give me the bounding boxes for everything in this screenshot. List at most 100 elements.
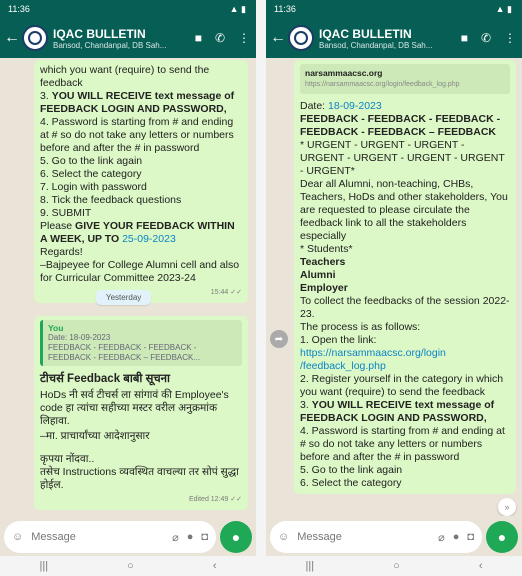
message-heading: FEEDBACK - FEEDBACK - FEEDBACK - FEEDBAC…	[300, 113, 501, 138]
status-icons: ▲ ▮	[495, 3, 512, 14]
scroll-down-icon[interactable]: »	[498, 498, 516, 516]
message-bubble[interactable]: You Date: 18-09-2023 FEEDBACK - FEEDBACK…	[34, 316, 248, 510]
step-text: 6. Select the category	[300, 477, 402, 489]
message-date: 18-09-2023	[328, 100, 382, 112]
more-menu-icon[interactable]: ⋮	[238, 31, 250, 45]
left-phone-screen: 11:36 ▲ ▮ ← IQAC BULLETIN Bansod, Chanda…	[0, 0, 256, 576]
android-nav-bar: ||| ○ ‹	[0, 556, 256, 576]
link-preview[interactable]: narsammaacsc.org https://narsammaacsc.or…	[300, 64, 510, 94]
step-text: 8. Tick the feedback questions	[40, 194, 182, 206]
message-title: टीचर्स Feedback बाबी सूचना	[40, 373, 171, 385]
message-input[interactable]: ☺ Message ⌀ ● ◘	[270, 521, 482, 553]
chat-title: IQAC BULLETIN	[319, 26, 412, 41]
status-time: 11:36	[274, 4, 296, 14]
message-input[interactable]: ☺ Message ⌀ ● ◘	[4, 521, 216, 553]
date-label: Date:	[300, 100, 326, 112]
status-icons: ▲ ▮	[229, 3, 246, 14]
day-separator: Yesterday	[96, 290, 152, 305]
step-number: 3.	[300, 399, 309, 411]
emoji-icon[interactable]: ☺	[12, 531, 23, 543]
preview-url: https://narsammaacsc.org/login/feedback_…	[305, 81, 460, 88]
please-text: Please	[40, 220, 73, 232]
attach-icon[interactable]: ⌀	[438, 531, 445, 544]
mic-button[interactable]: ●	[220, 521, 252, 553]
chat-title-block[interactable]: IQAC BULLETIN Bansod, Chandanpal, DB Sah…	[53, 27, 195, 50]
payment-icon[interactable]: ●	[187, 531, 194, 543]
group-avatar[interactable]	[288, 25, 314, 51]
composer-bar: ☺ Message ⌀ ● ◘ ●	[4, 519, 252, 555]
quote-line: Date: 18-09-2023	[48, 333, 111, 342]
quote-line: FEEDBACK - FEEDBACK - FEEDBACK -	[48, 343, 197, 352]
back-arrow-icon[interactable]: ←	[270, 29, 286, 47]
home-icon[interactable]: ○	[127, 560, 134, 572]
chat-header: ← IQAC BULLETIN Bansod, Chandanpal, DB S…	[0, 18, 256, 58]
step-text: YOU WILL RECEIVE text message of FEEDBAC…	[40, 90, 235, 115]
message-note: तसेच Instructions व्यवस्थित वाचल्या तर स…	[40, 466, 239, 491]
employer-text: Employer	[300, 282, 348, 294]
step-number: 3.	[40, 90, 49, 102]
step-text: 2. Register yourself in the category in …	[300, 373, 504, 398]
group-avatar[interactable]	[22, 25, 48, 51]
video-call-icon[interactable]: ■	[461, 31, 468, 45]
chat-subtitle: Bansod, Chandanpal, DB Sah...	[319, 40, 433, 50]
back-nav-icon[interactable]: ‹	[479, 560, 483, 572]
feedback-link[interactable]: https://narsammaacsc.org/login /feedback…	[300, 347, 510, 373]
video-call-icon[interactable]: ■	[195, 31, 202, 45]
deadline-date: 25-09-2023	[122, 233, 176, 245]
step-text: YOU WILL RECEIVE text message of FEEDBAC…	[300, 399, 495, 424]
message-body: HoDs नी सर्व टीचर्स ला सांगावं की Employ…	[40, 389, 229, 427]
dear-text: Dear all Alumni, non-teaching, CHBs, Tea…	[300, 178, 508, 242]
students-text: * Students*	[300, 243, 353, 255]
chat-title-block[interactable]: IQAC BULLETIN Bansod, Chandanpal, DB Sah…	[319, 27, 461, 50]
android-nav-bar: ||| ○ ‹	[266, 556, 522, 576]
step-text: 7. Login with password	[40, 181, 147, 193]
right-phone-screen: 11:36 ▲ ▮ ← IQAC BULLETIN Bansod, Chanda…	[266, 0, 522, 576]
message-line: feedback	[40, 77, 83, 89]
status-time: 11:36	[8, 4, 30, 14]
step-text: 4. Password is starting from # and endin…	[300, 425, 505, 463]
preview-title: narsammaacsc.org	[305, 68, 383, 78]
emoji-icon[interactable]: ☺	[278, 531, 289, 543]
camera-icon[interactable]: ◘	[201, 531, 208, 543]
back-arrow-icon[interactable]: ←	[4, 29, 20, 47]
mic-button[interactable]: ●	[486, 521, 518, 553]
microphone-icon: ●	[231, 529, 241, 545]
signature-text: –Bajpeyee for College Alumni cell and al…	[40, 259, 240, 284]
message-line: कृपया नोंदवा..	[40, 453, 95, 465]
quote-line: FEEDBACK - FEEDBACK – FEEDBACK...	[48, 353, 201, 362]
regards-text: Regards!	[40, 246, 83, 258]
chat-header: ← IQAC BULLETIN Bansod, Chandanpal, DB S…	[266, 18, 522, 58]
voice-call-icon[interactable]: ✆	[215, 31, 225, 45]
message-list[interactable]: ➦ narsammaacsc.org https://narsammaacsc.…	[266, 58, 522, 516]
teachers-text: Teachers	[300, 256, 346, 268]
microphone-icon: ●	[497, 529, 507, 545]
quoted-message[interactable]: You Date: 18-09-2023 FEEDBACK - FEEDBACK…	[40, 320, 242, 366]
camera-icon[interactable]: ◘	[467, 531, 474, 543]
status-bar: 11:36 ▲ ▮	[0, 0, 256, 18]
composer-bar: ☺ Message ⌀ ● ◘ ●	[270, 519, 518, 555]
urgent-text: * URGENT - URGENT - URGENT - URGENT - UR…	[300, 139, 505, 177]
message-bubble[interactable]: narsammaacsc.org https://narsammaacsc.or…	[294, 60, 516, 494]
recents-icon[interactable]: |||	[40, 560, 49, 572]
message-line: which you want (require) to send the	[40, 64, 210, 76]
recents-icon[interactable]: |||	[306, 560, 315, 572]
voice-call-icon[interactable]: ✆	[481, 31, 491, 45]
back-nav-icon[interactable]: ‹	[213, 560, 217, 572]
message-timestamp: Edited 12:49 ✓✓	[189, 496, 242, 503]
more-menu-icon[interactable]: ⋮	[504, 31, 516, 45]
step-text: 1. Open the link:	[300, 334, 377, 346]
message-bubble[interactable]: which you want (require) to send the fee…	[34, 60, 248, 303]
home-icon[interactable]: ○	[393, 560, 400, 572]
step-text: 5. Go to the link again	[40, 155, 143, 167]
payment-icon[interactable]: ●	[453, 531, 460, 543]
message-list[interactable]: which you want (require) to send the fee…	[0, 58, 256, 516]
attach-icon[interactable]: ⌀	[172, 531, 179, 544]
alumni-text: Alumni	[300, 269, 336, 281]
step-text: 9. SUBMIT	[40, 207, 92, 219]
forward-icon[interactable]: ➦	[270, 330, 288, 348]
collect-text: To collect the feedbacks of the session …	[300, 295, 510, 320]
step-text: 5. Go to the link again	[300, 464, 403, 476]
step-text: 6. Select the category	[40, 168, 142, 180]
status-bar: 11:36 ▲ ▮	[266, 0, 522, 18]
step-text: 4. Password is starting from # and endin…	[40, 116, 234, 154]
